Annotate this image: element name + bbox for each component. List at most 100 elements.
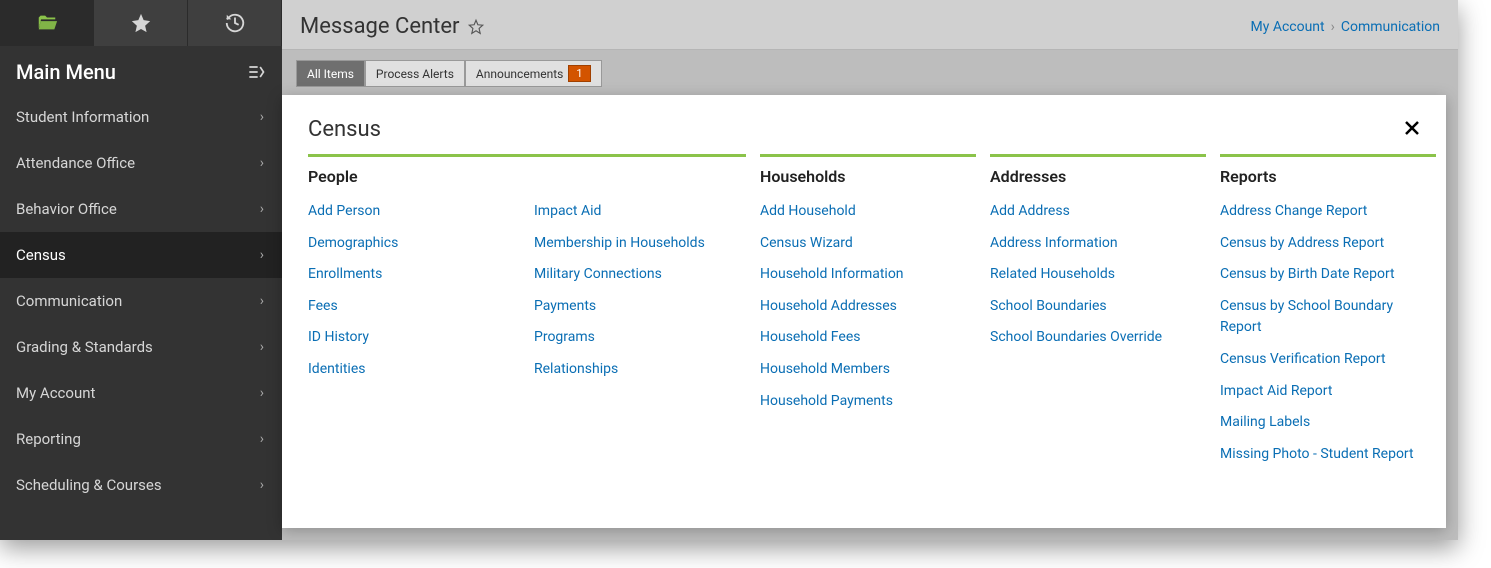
page-header: Message Center My Account › Communicatio…: [282, 0, 1458, 50]
main-menu-title: Main Menu: [16, 60, 116, 84]
sidebar-item-label: Scheduling & Courses: [16, 476, 162, 494]
link-add-address[interactable]: Add Address: [990, 203, 1070, 219]
link-columns: Address Change Report Census by Address R…: [1220, 200, 1436, 474]
link-census-wizard[interactable]: Census Wizard: [760, 235, 853, 251]
sidebar-item-behavior-office[interactable]: Behavior Office ›: [0, 186, 282, 232]
tab-all-items[interactable]: All Items: [296, 60, 365, 87]
link-address-information[interactable]: Address Information: [990, 235, 1118, 251]
link-household-fees[interactable]: Household Fees: [760, 329, 860, 345]
link-column: Add Household Census Wizard Household Info…: [760, 200, 976, 421]
tab-process-alerts[interactable]: Process Alerts: [365, 60, 465, 87]
sidebar-item-communication[interactable]: Communication›: [0, 278, 282, 324]
page-title: Message Center: [300, 14, 485, 39]
section-addresses: Addresses Add Address Address Information R…: [990, 154, 1206, 474]
tabs-row: All Items Process Alerts Announcements 1: [282, 50, 1458, 93]
breadcrumb-link-account[interactable]: My Account: [1251, 19, 1325, 35]
link-related-households[interactable]: Related Households: [990, 266, 1115, 282]
link-school-boundaries-override[interactable]: School Boundaries Override: [990, 329, 1162, 345]
link-census-verification-report[interactable]: Census Verification Report: [1220, 351, 1386, 367]
link-add-household[interactable]: Add Household: [760, 203, 856, 219]
announcements-badge: 1: [568, 65, 590, 82]
chevron-right-icon: ›: [260, 155, 264, 171]
close-button[interactable]: [1404, 117, 1420, 142]
link-column: Add Address Address Information Related Ho…: [990, 200, 1206, 358]
link-mailing-labels[interactable]: Mailing Labels: [1220, 414, 1310, 430]
chevron-right-icon: ›: [260, 477, 264, 493]
section-title: Households: [760, 154, 976, 192]
link-household-addresses[interactable]: Household Addresses: [760, 298, 897, 314]
link-enrollments[interactable]: Enrollments: [308, 266, 382, 282]
link-identities[interactable]: Identities: [308, 361, 365, 377]
tab-announcements-label: Announcements: [476, 67, 563, 81]
tab-favorites[interactable]: [94, 0, 188, 46]
sidebar-item-attendance-office[interactable]: Attendance Office ›: [0, 140, 282, 186]
link-list: Add Address Address Information Related Ho…: [990, 200, 1206, 348]
link-missing-photo-student-report[interactable]: Missing Photo - Student Report: [1220, 446, 1414, 462]
tab-announcements[interactable]: Announcements 1: [465, 60, 602, 87]
breadcrumb-link-communication[interactable]: Communication: [1341, 19, 1440, 35]
chevron-right-icon: ›: [260, 109, 264, 125]
tab-folder[interactable]: [0, 0, 94, 46]
section-people: People Add Person Demographics Enrollments F…: [308, 154, 746, 474]
link-relationships[interactable]: Relationships: [534, 361, 618, 377]
sidebar-item-student-information[interactable]: Student Information ›: [0, 94, 282, 140]
sidebar-header: Main Menu: [0, 46, 282, 94]
link-columns: Add Household Census Wizard Household Info…: [760, 200, 976, 421]
link-census-by-birth-date-report[interactable]: Census by Birth Date Report: [1220, 266, 1395, 282]
sidebar-item-reporting[interactable]: Reporting ›: [0, 416, 282, 462]
link-column: Impact Aid Membership in Households Milita…: [534, 200, 746, 390]
sidebar-item-label: Attendance Office: [16, 154, 135, 172]
sidebar-item-label: Behavior Office: [16, 200, 117, 218]
sidebar-top-tabs: [0, 0, 282, 46]
link-address-change-report[interactable]: Address Change Report: [1220, 203, 1367, 219]
link-programs[interactable]: Programs: [534, 329, 595, 345]
page-title-text: Message Center: [300, 14, 459, 39]
section-title: Addresses: [990, 154, 1206, 192]
close-icon: [1404, 120, 1420, 136]
link-membership-in-households[interactable]: Membership in Households: [534, 235, 705, 251]
collapse-icon[interactable]: [246, 62, 266, 82]
link-list: Add Person Demographics Enrollments Fees ID …: [308, 200, 520, 380]
chevron-right-icon: ›: [260, 431, 264, 447]
link-impact-aid[interactable]: Impact Aid: [534, 203, 601, 219]
chevron-right-icon: ›: [260, 201, 264, 217]
star-outline-icon[interactable]: [467, 18, 485, 36]
section-title: Reports: [1220, 154, 1436, 192]
link-add-person[interactable]: Add Person: [308, 203, 380, 219]
link-household-members[interactable]: Household Members: [760, 361, 890, 377]
link-household-payments[interactable]: Household Payments: [760, 393, 893, 409]
link-military-connections[interactable]: Military Connections: [534, 266, 662, 282]
sidebar-item-grading-standards[interactable]: Grading & Standards›: [0, 324, 282, 370]
section-reports: Reports Address Change Report Census by Ad…: [1220, 154, 1436, 474]
tab-all-items-label: All Items: [307, 67, 354, 81]
chevron-right-icon: ›: [260, 339, 264, 355]
sidebar-item-my-account[interactable]: My Account›: [0, 370, 282, 416]
flyout-header: Census: [308, 117, 1420, 142]
sidebar-item-label: My Account: [16, 384, 95, 402]
sidebar-item-label: Reporting: [16, 430, 81, 448]
sidebar-item-label: Student Information: [16, 108, 149, 126]
census-flyout: Census People Add Person Demographics Enrol…: [282, 95, 1446, 528]
sidebar-item-label: Communication: [16, 292, 122, 310]
link-census-by-address-report[interactable]: Census by Address Report: [1220, 235, 1384, 251]
link-columns: Add Address Address Information Related Ho…: [990, 200, 1206, 358]
link-demographics[interactable]: Demographics: [308, 235, 398, 251]
sidebar-item-census[interactable]: Census›: [0, 232, 282, 278]
link-list: Add Household Census Wizard Household Info…: [760, 200, 976, 411]
menu-list: Student Information›Attendance Office›Be…: [0, 94, 282, 508]
link-school-boundaries[interactable]: School Boundaries: [990, 298, 1107, 314]
link-column: Add Person Demographics Enrollments Fees ID …: [308, 200, 520, 390]
tab-history[interactable]: [188, 0, 282, 46]
sidebar: Main Menu Student Information›Attendance…: [0, 0, 282, 540]
link-column: Address Change Report Census by Address R…: [1220, 200, 1436, 474]
section-title: People: [308, 154, 746, 192]
link-census-by-school-boundary-report[interactable]: Census by School Boundary Report: [1220, 298, 1393, 336]
link-id-history[interactable]: ID History: [308, 329, 369, 345]
link-impact-aid-report[interactable]: Impact Aid Report: [1220, 383, 1332, 399]
link-household-information[interactable]: Household Information: [760, 266, 904, 282]
link-payments[interactable]: Payments: [534, 298, 596, 314]
sidebar-item-scheduling-courses[interactable]: Scheduling & Courses ›: [0, 462, 282, 508]
link-fees[interactable]: Fees: [308, 298, 338, 314]
history-icon: [224, 12, 246, 34]
tab-process-alerts-label: Process Alerts: [376, 67, 454, 81]
